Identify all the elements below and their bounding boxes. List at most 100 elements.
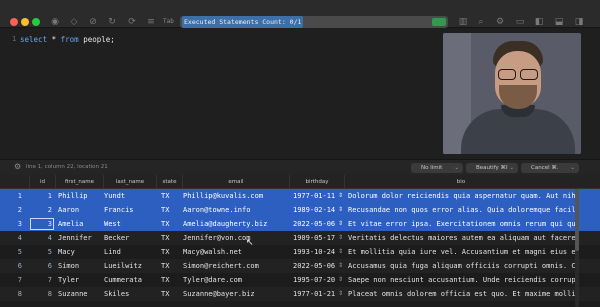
table-row[interactable]: 6 6 Simon Lueilwitz TX Simon@reichert.com 2022… bbox=[0, 259, 600, 273]
cell-last-name[interactable]: Lind bbox=[104, 245, 157, 259]
cell-email[interactable]: Suzanne@bayer.biz bbox=[183, 287, 290, 301]
left-panel-icon[interactable]: ◧ bbox=[533, 16, 545, 28]
expand-cell-icon[interactable]: ⇕ bbox=[338, 189, 343, 203]
cell-email[interactable]: Simon@reichert.com bbox=[183, 259, 290, 273]
cell-last-name[interactable]: Becker bbox=[104, 231, 157, 245]
refresh-icon[interactable]: ↻ bbox=[106, 16, 118, 28]
cell-first-name[interactable]: Simon bbox=[58, 259, 104, 273]
gear-icon[interactable]: ⚙ bbox=[14, 162, 21, 171]
column-header-first-name[interactable]: first_name bbox=[56, 175, 104, 189]
cell-first-name[interactable]: Phillip bbox=[58, 189, 104, 203]
column-header-state[interactable]: state bbox=[157, 175, 183, 189]
cell-bio[interactable]: Dolorum dolor reiciendis quia aspernatur… bbox=[348, 189, 576, 203]
cell-email[interactable]: Jennifer@von.com bbox=[183, 231, 290, 245]
column-header-last-name[interactable]: last_name bbox=[104, 175, 157, 189]
column-header-email[interactable]: email bbox=[183, 175, 290, 189]
console-icon[interactable]: ▭ bbox=[514, 16, 526, 28]
cell-last-name[interactable]: Cummerata bbox=[104, 273, 157, 287]
stop-icon[interactable]: ◉ bbox=[49, 16, 61, 28]
cell-state[interactable]: TX bbox=[161, 231, 183, 245]
cell-birthday[interactable]: 1977-01-21 bbox=[293, 287, 341, 301]
cell-birthday[interactable]: 1995-07-20 bbox=[293, 273, 341, 287]
cell-email[interactable]: Amelia@daugherty.biz bbox=[183, 217, 290, 231]
history-icon[interactable]: ⟳ bbox=[126, 16, 138, 28]
cell-last-name[interactable]: Francis bbox=[104, 203, 157, 217]
cell-first-name[interactable]: Jennifer bbox=[58, 231, 104, 245]
cell-state[interactable]: TX bbox=[161, 203, 183, 217]
cell-id[interactable]: 5 bbox=[30, 245, 52, 259]
cell-state[interactable]: TX bbox=[161, 189, 183, 203]
table-row[interactable]: 8 8 Suzanne Skiles TX Suzanne@bayer.biz 1977-0… bbox=[0, 287, 600, 301]
expand-cell-icon[interactable]: ⇕ bbox=[338, 231, 343, 245]
cell-id[interactable]: 4 bbox=[30, 231, 52, 245]
cell-first-name[interactable]: Aaron bbox=[58, 203, 104, 217]
database-icon[interactable]: ≡ bbox=[145, 16, 157, 28]
cell-email[interactable]: Tyler@dare.com bbox=[183, 273, 290, 287]
cell-id[interactable]: 6 bbox=[30, 259, 52, 273]
expand-cell-icon[interactable]: ⇕ bbox=[338, 259, 343, 273]
bottom-panel-icon[interactable]: ⬓ bbox=[553, 16, 565, 28]
cell-last-name[interactable]: Yundt bbox=[104, 189, 157, 203]
beautify-button[interactable]: Beautify ⌘I ⌄ bbox=[466, 163, 518, 173]
expand-cell-icon[interactable]: ⇕ bbox=[338, 273, 343, 287]
cell-birthday[interactable]: 1977-01-11 bbox=[293, 189, 341, 203]
cell-email[interactable]: Phillip@kuvalis.com bbox=[183, 189, 290, 203]
cell-id[interactable]: 7 bbox=[30, 273, 52, 287]
table-row[interactable]: 1 1 Phillip Yundt TX Phillip@kuvalis.com 1977-… bbox=[0, 189, 600, 203]
connection-icon[interactable]: ◇ bbox=[68, 16, 80, 28]
column-header-birthday[interactable]: birthday bbox=[290, 175, 345, 189]
cancel-button[interactable]: Cancel ⌘. ⌄ bbox=[521, 163, 579, 173]
cell-id[interactable]: 2 bbox=[30, 203, 52, 217]
vertical-scrollbar[interactable] bbox=[575, 189, 579, 307]
cell-state[interactable]: TX bbox=[161, 217, 183, 231]
close-window-button[interactable] bbox=[10, 18, 18, 26]
cell-id[interactable]: 8 bbox=[30, 287, 52, 301]
chart-icon[interactable]: ▥ bbox=[457, 16, 469, 28]
right-panel-icon[interactable]: ◨ bbox=[573, 16, 585, 28]
cell-last-name[interactable]: West bbox=[104, 217, 157, 231]
table-row[interactable]: 7 7 Tyler Cummerata TX Tyler@dare.com 1995-07-… bbox=[0, 273, 600, 287]
back-icon[interactable]: ⊘ bbox=[87, 16, 99, 28]
table-row[interactable]: 3 3 Amelia West TX Amelia@daugherty.biz 2022-0… bbox=[0, 217, 600, 231]
cell-first-name[interactable]: Amelia bbox=[58, 217, 104, 231]
cell-first-name[interactable]: Macy bbox=[58, 245, 104, 259]
cell-state[interactable]: TX bbox=[161, 273, 183, 287]
table-row[interactable]: 2 2 Aaron Francis TX Aaron@towne.info 1989-02-… bbox=[0, 203, 600, 217]
zoom-window-button[interactable] bbox=[32, 18, 40, 26]
cell-bio[interactable]: Recusandae non quos error alias. Quia do… bbox=[348, 203, 576, 217]
cell-birthday[interactable]: 1989-02-14 bbox=[293, 203, 341, 217]
cell-email[interactable]: Macy@walsh.net bbox=[183, 245, 290, 259]
minimize-window-button[interactable] bbox=[21, 18, 29, 26]
results-grid[interactable]: id first_name last_name state email birt… bbox=[0, 175, 600, 307]
column-header-id[interactable]: id bbox=[30, 175, 56, 189]
cell-first-name[interactable]: Tyler bbox=[58, 273, 104, 287]
cell-birthday[interactable]: 2022-05-06 bbox=[293, 217, 341, 231]
cell-last-name[interactable]: Skiles bbox=[104, 287, 157, 301]
scrollbar-thumb[interactable] bbox=[575, 189, 579, 251]
expand-cell-icon[interactable]: ⇕ bbox=[338, 203, 343, 217]
settings-icon[interactable]: ⚙ bbox=[494, 16, 506, 28]
cell-birthday[interactable]: 1909-05-17 bbox=[293, 231, 341, 245]
cell-birthday[interactable]: 1993-10-24 bbox=[293, 245, 341, 259]
cell-id[interactable]: 1 bbox=[30, 189, 52, 203]
cell-bio[interactable]: Et vitae error ipsa. Exercitationem omni… bbox=[348, 217, 576, 231]
cell-last-name[interactable]: Lueilwitz bbox=[104, 259, 157, 273]
table-row[interactable]: 5 5 Macy Lind TX Macy@walsh.net 1993-10-24 Et m… bbox=[0, 245, 600, 259]
limit-select[interactable]: No limit ⌄ bbox=[411, 163, 463, 173]
expand-cell-icon[interactable]: ⇕ bbox=[338, 287, 343, 301]
cell-first-name[interactable]: Suzanne bbox=[58, 287, 104, 301]
cell-bio[interactable]: Placeat omnis dolorem officia est quo. E… bbox=[348, 287, 576, 301]
cell-email[interactable]: Aaron@towne.info bbox=[183, 203, 290, 217]
column-header-bio[interactable]: bio bbox=[345, 175, 577, 189]
cell-state[interactable]: TX bbox=[161, 259, 183, 273]
cell-bio[interactable]: Veritatis delectus maiores autem ea aliq… bbox=[348, 231, 576, 245]
cell-state[interactable]: TX bbox=[161, 287, 183, 301]
table-row[interactable]: 4 4 Jennifer Becker TX Jennifer@von.com 1909-0… bbox=[0, 231, 600, 245]
expand-cell-icon[interactable]: ⇕ bbox=[338, 245, 343, 259]
sql-query[interactable]: select * from people; bbox=[20, 35, 115, 44]
cell-bio[interactable]: Et mollitia quia iure vel. Accusantium e… bbox=[348, 245, 576, 259]
cell-birthday[interactable]: 2022-05-06 bbox=[293, 259, 341, 273]
search-icon[interactable]: ⌕ bbox=[475, 16, 487, 28]
expand-cell-icon[interactable]: ⇕ bbox=[338, 217, 343, 231]
cell-bio[interactable]: Saepe non nesciunt accusantium. Unde rei… bbox=[348, 273, 576, 287]
